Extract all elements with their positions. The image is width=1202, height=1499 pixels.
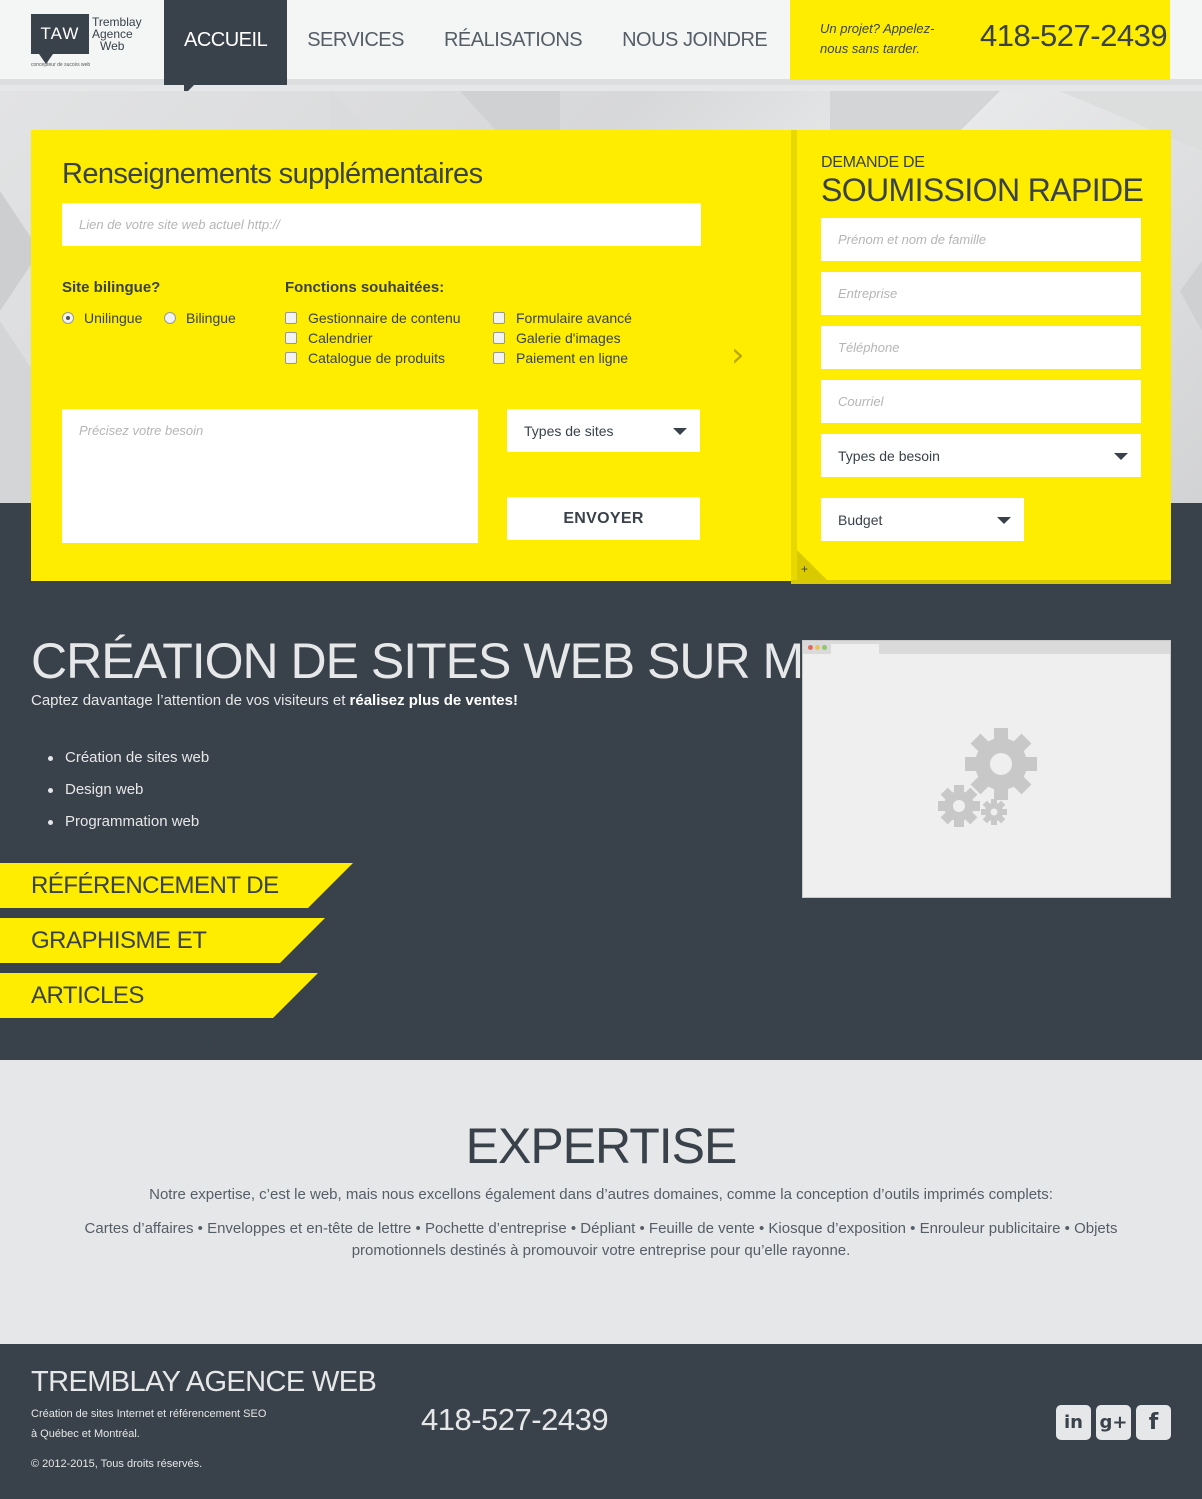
radio-unilingue[interactable]: Unilingue bbox=[62, 310, 142, 326]
gears-icon bbox=[938, 728, 1037, 827]
select-value: Types de sites bbox=[524, 422, 614, 439]
checkbox-cms[interactable]: Gestionnaire de contenu bbox=[285, 310, 461, 326]
need-textarea[interactable]: Précisez votre besoin bbox=[62, 409, 478, 543]
caret-down-icon bbox=[997, 516, 1011, 524]
subtitle-emphasis: réalisez plus de ventes! bbox=[349, 692, 518, 709]
checkbox-label: Galerie d'images bbox=[516, 330, 621, 346]
company-input[interactable]: Entreprise bbox=[821, 272, 1141, 315]
google-plus-icon[interactable]: g+ bbox=[1096, 1405, 1131, 1440]
radio-bilingue[interactable]: Bilingue bbox=[164, 310, 236, 326]
nav-accueil[interactable]: ACCUEIL bbox=[164, 0, 288, 95]
subtitle-text: Captez davantage l’attention de vos visi… bbox=[31, 692, 350, 709]
additional-info-form: Renseignements supplémentaires Lien de v… bbox=[31, 130, 791, 581]
nav-realisations[interactable]: RÉALISATIONS bbox=[424, 0, 602, 85]
radio-button[interactable] bbox=[164, 312, 176, 324]
checkbox-label: Gestionnaire de contenu bbox=[308, 310, 461, 326]
ribbon-seo[interactable]: RÉFÉRENCEMENT DE SITES WEB bbox=[0, 863, 353, 944]
expertise-list: Cartes d’affaires • Enveloppes et en-têt… bbox=[84, 1220, 1118, 1259]
expertise-title: EXPERTISE bbox=[465, 1118, 738, 1174]
footer-title: TREMBLAY AGENCE WEB bbox=[31, 1366, 377, 1398]
list-item: Design web bbox=[48, 774, 209, 806]
linkedin-icon[interactable]: in bbox=[1056, 1405, 1091, 1440]
radio-label: Unilingue bbox=[84, 310, 143, 326]
browser-toolbar bbox=[803, 641, 1170, 654]
phone-input[interactable]: Téléphone bbox=[821, 326, 1141, 369]
functions-label: Fonctions souhaitées: bbox=[285, 279, 445, 296]
minimize-dot bbox=[815, 645, 820, 650]
list-item: Création de sites web bbox=[48, 742, 209, 774]
section-subtitle: Captez davantage l’attention de vos visi… bbox=[31, 692, 518, 709]
footer-description: Création de sites Internet et référencem… bbox=[31, 1408, 267, 1440]
checkbox[interactable] bbox=[285, 352, 297, 364]
checkbox[interactable] bbox=[493, 332, 505, 344]
need-types-select[interactable]: Types de besoin bbox=[821, 434, 1141, 477]
checkbox-catalog[interactable]: Catalogue de produits bbox=[285, 350, 445, 366]
main-nav: ACCUEIL SERVICES RÉALISATIONS NOUS JOIND… bbox=[164, 0, 787, 95]
footer-copyright: © 2012-2015, Tous droits réservés. bbox=[31, 1458, 203, 1470]
checkbox-label: Calendrier bbox=[308, 330, 373, 346]
close-dot bbox=[808, 645, 813, 650]
bilingual-label: Site bilingue? bbox=[62, 279, 161, 296]
browser-tab bbox=[831, 644, 879, 654]
budget-select[interactable]: Budget bbox=[821, 498, 1024, 541]
browser-illustration bbox=[802, 640, 1171, 898]
site-types-select[interactable]: Types de sites bbox=[507, 409, 700, 452]
ribbon-promo[interactable]: ARTICLES PROMOTIONNELS bbox=[0, 973, 318, 1054]
logo-wordmark: Tremblay Agence Web bbox=[92, 16, 142, 52]
maximize-dot bbox=[822, 645, 827, 650]
site-header: TAW Tremblay Agence Web concepteur de su… bbox=[0, 0, 1202, 95]
checkbox-payment[interactable]: Paiement en ligne bbox=[493, 350, 628, 366]
logo-tagline: concepteur de succès web bbox=[31, 62, 91, 68]
website-url-input[interactable]: Lien de votre site web actuel http:// bbox=[62, 203, 701, 246]
nav-services[interactable]: SERVICES bbox=[287, 0, 424, 85]
caret-down-icon bbox=[673, 427, 687, 435]
checkbox[interactable] bbox=[285, 332, 297, 344]
quote-title: SOUMISSION RAPIDE bbox=[821, 172, 1144, 208]
checkbox[interactable] bbox=[285, 312, 297, 324]
site-footer: TREMBLAY AGENCE WEB Création de sites In… bbox=[0, 1344, 1202, 1499]
quote-kicker: DEMANDE DE bbox=[821, 154, 925, 171]
select-value: Types de besoin bbox=[838, 447, 940, 464]
call-box: Un projet? Appelez-nous sans tarder. 418… bbox=[790, 0, 1170, 80]
plus-icon[interactable]: + bbox=[801, 562, 808, 576]
select-value: Budget bbox=[838, 511, 883, 528]
header-phone[interactable]: 418-527-2439 bbox=[980, 18, 1168, 54]
checkbox-label: Paiement en ligne bbox=[516, 350, 629, 366]
form-title: Renseignements supplémentaires bbox=[62, 158, 483, 190]
radio-button[interactable] bbox=[62, 312, 74, 324]
checkbox-gallery[interactable]: Galerie d'images bbox=[493, 330, 621, 346]
radio-label: Bilingue bbox=[186, 310, 236, 326]
checkbox-label: Catalogue de produits bbox=[308, 350, 445, 366]
logo-line-3: Web bbox=[100, 39, 125, 53]
ribbon-graphics[interactable]: GRAPHISME ET IMPRESSION bbox=[0, 918, 325, 999]
footer-phone[interactable]: 418-527-2439 bbox=[421, 1402, 609, 1438]
expertise-intro: Notre expertise, c’est le web, mais nous… bbox=[149, 1186, 1053, 1203]
send-button[interactable]: ENVOYER bbox=[507, 497, 700, 540]
list-item: Programmation web bbox=[48, 806, 209, 838]
quick-quote-form: DEMANDE DE SOUMISSION RAPIDE Prénom et n… bbox=[791, 130, 1171, 580]
email-input[interactable]: Courriel bbox=[821, 380, 1141, 423]
checkbox[interactable] bbox=[493, 312, 505, 324]
facebook-icon[interactable]: f bbox=[1136, 1405, 1171, 1440]
logo-mark: TAW bbox=[31, 14, 89, 54]
name-input[interactable]: Prénom et nom de famille bbox=[821, 218, 1141, 261]
checkbox[interactable] bbox=[493, 352, 505, 364]
caret-down-icon bbox=[1114, 452, 1128, 460]
checkbox-calendar[interactable]: Calendrier bbox=[285, 330, 373, 346]
checkbox-label: Formulaire avancé bbox=[516, 310, 632, 326]
services-list: Création de sites web Design web Program… bbox=[48, 742, 209, 838]
nav-nous-joindre[interactable]: NOUS JOINDRE bbox=[602, 0, 787, 85]
checkbox-advanced-form[interactable]: Formulaire avancé bbox=[493, 310, 632, 326]
chevron-right-icon[interactable]: › bbox=[731, 335, 745, 375]
call-prompt: Un projet? Appelez-nous sans tarder. bbox=[820, 21, 935, 56]
